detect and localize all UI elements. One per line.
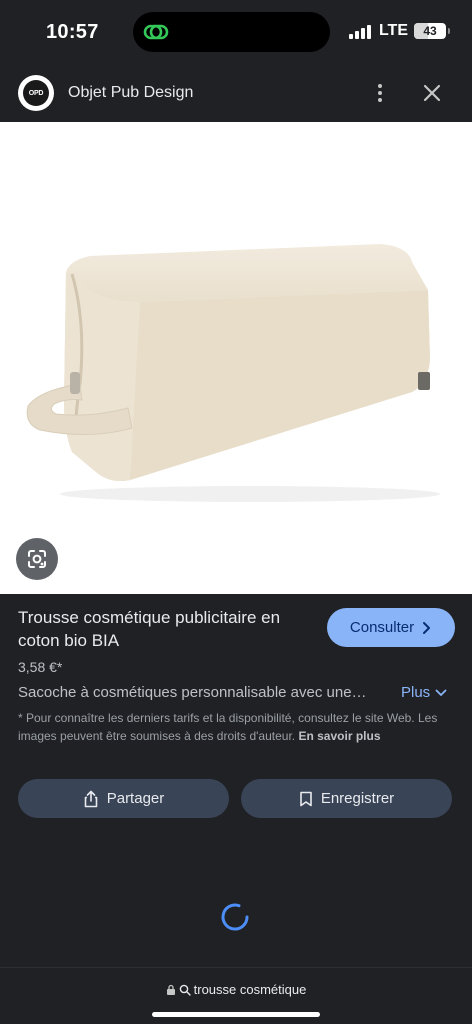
more-vert-icon[interactable]: [370, 82, 390, 104]
product-image[interactable]: [0, 122, 472, 594]
battery-percent: 43: [423, 24, 437, 38]
google-lens-icon: [28, 550, 46, 568]
more-button[interactable]: Plus: [401, 684, 447, 701]
url-text: trousse cosmétique: [193, 982, 307, 997]
close-icon[interactable]: [420, 81, 444, 105]
chevron-down-icon: [435, 689, 447, 696]
consult-label: Consulter: [349, 619, 415, 636]
save-button[interactable]: Enregistrer: [241, 779, 452, 818]
share-label: Partager: [106, 790, 165, 807]
threads-icon: [143, 24, 169, 40]
home-indicator[interactable]: [152, 1012, 320, 1017]
more-label: Plus: [401, 684, 431, 701]
page-header: OPD Objet Pub Design: [0, 64, 472, 122]
share-icon: [84, 790, 98, 807]
loading-spinner: [221, 903, 249, 931]
status-indicators: LTE 43: [348, 22, 450, 40]
lock-icon: [166, 984, 175, 995]
status-bar: 10:57 LTE 43: [0, 0, 472, 64]
status-time: 10:57: [46, 21, 99, 43]
product-price: 3,58 €*: [18, 659, 63, 675]
url-field[interactable]: trousse cosmétique: [0, 982, 472, 997]
save-label: Enregistrer: [320, 790, 395, 807]
site-logo[interactable]: OPD: [18, 75, 54, 111]
signal-icon: [348, 23, 371, 39]
google-lens-button[interactable]: [16, 538, 58, 580]
bottom-url-bar: trousse cosmétique: [0, 967, 472, 1024]
product-title: Trousse cosmétique publicitaire en coton…: [18, 608, 281, 650]
consult-button[interactable]: Consulter: [327, 608, 455, 647]
site-name[interactable]: Objet Pub Design: [68, 84, 193, 102]
network-label: LTE: [378, 22, 408, 39]
search-icon: [179, 984, 191, 996]
dynamic-island: [133, 12, 330, 52]
toiletry-bag-illustration: [26, 244, 440, 502]
product-description: Sacoche à cosmétiques personnalisable av…: [18, 684, 367, 701]
logo-text: OPD: [23, 80, 49, 106]
bookmark-icon: [300, 791, 312, 806]
share-button[interactable]: Partager: [18, 779, 229, 818]
battery-icon: 43: [414, 23, 450, 39]
chevron-right-icon: [423, 621, 431, 634]
learn-more-link[interactable]: En savoir plus: [298, 729, 380, 743]
disclaimer-text: * Pour connaître les derniers tarifs et …: [18, 709, 438, 745]
